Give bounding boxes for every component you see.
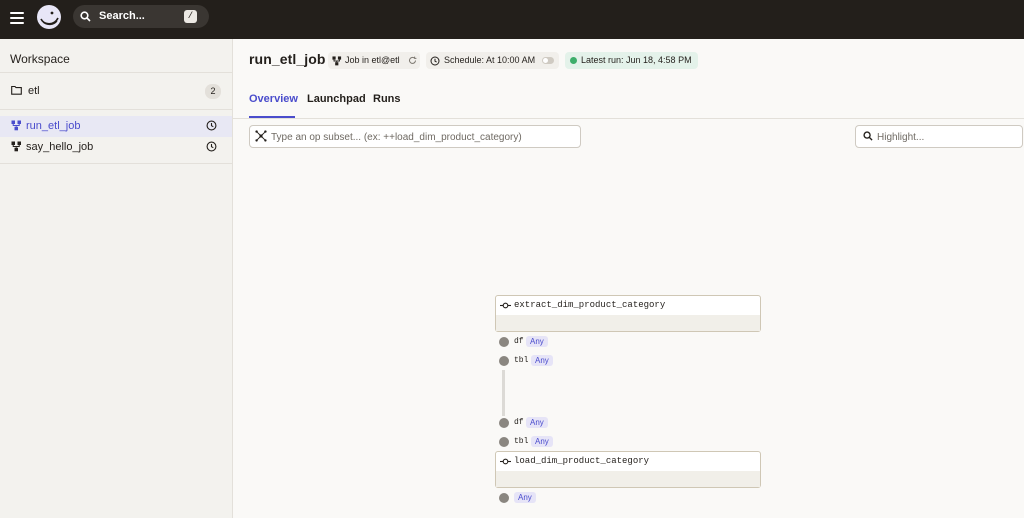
latest-run-label: Latest run: Jun 18, 4:58 PM	[581, 55, 692, 65]
op-node-load[interactable]: load_dim_product_category	[495, 451, 761, 488]
port-type-badge: Any	[531, 436, 553, 447]
highlight-input[interactable]	[875, 128, 1019, 146]
top-bar: Search... /	[0, 0, 1024, 39]
schedule-label: Schedule: At 10:00 AM	[444, 55, 536, 65]
reload-icon[interactable]	[408, 56, 417, 65]
job-name: say_hello_job	[26, 141, 94, 153]
schedule-tag[interactable]: Schedule: At 10:00 AM	[426, 52, 559, 69]
job-icon	[11, 141, 21, 152]
op-subset-input[interactable]	[269, 128, 573, 146]
search-icon	[863, 131, 873, 141]
workspace-title: Workspace	[10, 52, 70, 66]
search-icon	[80, 11, 91, 22]
job-icon	[332, 56, 342, 66]
location-name: etl	[28, 85, 40, 97]
op-node-footer	[496, 471, 760, 487]
port-type-badge: Any	[531, 355, 553, 366]
graph-edge	[502, 370, 505, 416]
port-type-badge: Any	[526, 417, 548, 428]
job-location-label: Job in etl@etl	[345, 55, 400, 65]
sidebar-item-run-etl-job[interactable]: run_etl_job	[0, 116, 232, 137]
op-node-extract[interactable]: extract_dim_product_category	[495, 295, 761, 332]
divider	[0, 163, 232, 164]
op-node-footer	[496, 315, 760, 331]
port-handle	[499, 437, 509, 447]
port-name: tbl	[514, 356, 529, 365]
sidebar-item-say-hello-job[interactable]: say_hello_job	[0, 137, 232, 158]
search-button[interactable]: Search... /	[73, 5, 209, 28]
sidebar-location-etl[interactable]: etl 2	[0, 79, 232, 103]
menu-icon[interactable]	[10, 12, 24, 24]
op-icon	[500, 458, 511, 465]
sidebar: Workspace etl 2 run_etl_job say_hello_jo…	[0, 39, 233, 518]
port-type-badge: Any	[526, 336, 548, 347]
success-status-dot	[570, 57, 577, 64]
schedule-clock-icon	[206, 120, 217, 131]
page-title: run_etl_job	[249, 51, 326, 67]
dagster-logo[interactable]	[35, 3, 63, 31]
divider	[0, 109, 232, 110]
port-name: df	[514, 337, 524, 346]
port-handle	[499, 418, 509, 428]
port-type-badge: Any	[514, 492, 536, 503]
schedule-toggle[interactable]	[542, 57, 554, 64]
main-content: run_etl_job Job in etl@etl Schedule: At …	[233, 39, 1024, 518]
job-name: run_etl_job	[26, 120, 81, 132]
tab-runs[interactable]: Runs	[373, 93, 401, 105]
port-handle	[499, 356, 509, 366]
search-label: Search...	[99, 10, 145, 22]
location-job-count: 2	[205, 84, 221, 99]
port-handle	[499, 493, 509, 503]
tab-overview[interactable]: Overview	[249, 93, 298, 105]
tab-launchpad[interactable]: Launchpad	[307, 93, 366, 105]
divider	[233, 118, 1024, 119]
divider	[0, 72, 232, 73]
clock-icon	[430, 56, 440, 66]
port-handle	[499, 337, 509, 347]
latest-run-tag[interactable]: Latest run: Jun 18, 4:58 PM	[565, 52, 698, 69]
op-name: extract_dim_product_category	[514, 300, 666, 310]
op-name: load_dim_product_category	[514, 456, 650, 466]
job-icon	[11, 120, 21, 131]
port-name: df	[514, 418, 524, 427]
op-selector-icon	[255, 130, 267, 142]
op-subset-field[interactable]	[249, 125, 581, 148]
port-name: tbl	[514, 437, 529, 446]
op-icon	[500, 302, 511, 309]
job-location-tag[interactable]: Job in etl@etl	[328, 52, 420, 69]
folder-icon	[11, 85, 22, 95]
highlight-field[interactable]	[855, 125, 1023, 148]
search-shortcut: /	[184, 10, 197, 23]
schedule-clock-icon	[206, 141, 217, 152]
